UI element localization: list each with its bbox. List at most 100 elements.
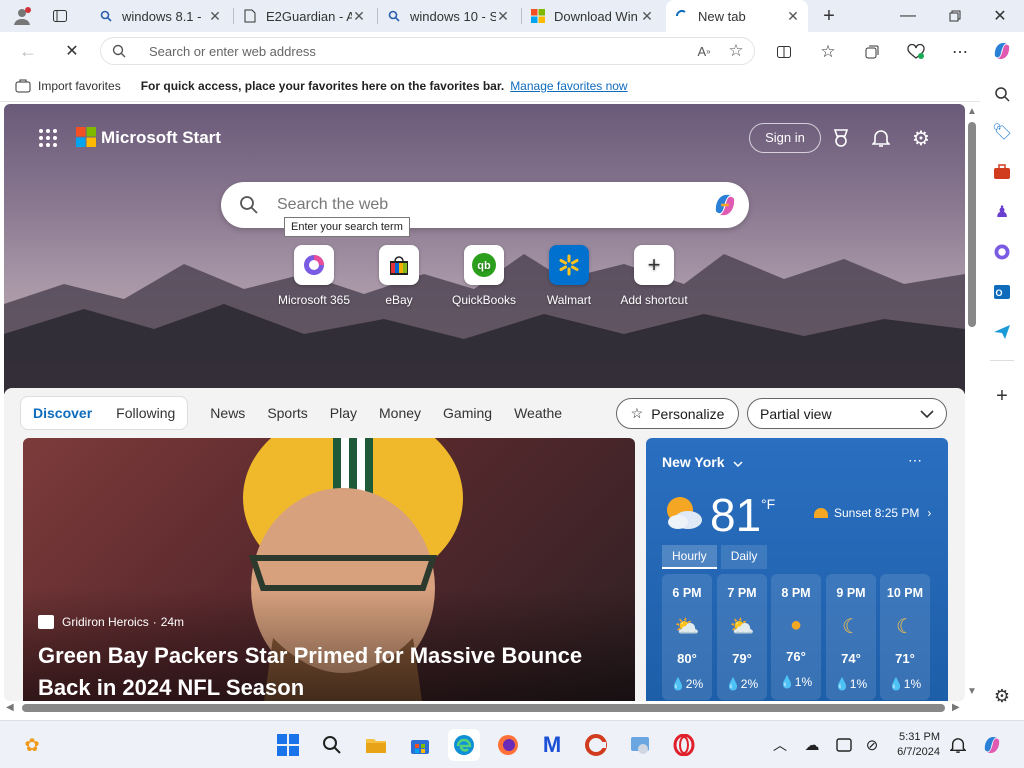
walmart-icon [549,245,589,285]
copilot-icon[interactable] [976,729,1008,761]
tab-money[interactable]: Money [379,405,421,421]
favorite-star-icon[interactable]: ☆ [718,41,754,61]
rewards-icon[interactable] [830,127,852,149]
file-explorer-icon[interactable] [360,729,392,761]
malwarebytes-icon[interactable]: M [536,729,568,761]
tab-new-tab[interactable]: New tab ✕ [666,0,808,32]
stop-loading-icon[interactable]: ✕ [62,41,82,61]
shopping-tag-icon[interactable]: 🏷 [990,120,1014,144]
scroll-right-icon[interactable]: ▶ [952,702,960,713]
tab-hourly[interactable]: Hourly [662,545,717,569]
shortcut-add[interactable]: + Add shortcut [606,245,702,307]
minimize-icon[interactable]: — [898,6,918,26]
control-panel-icon[interactable] [624,729,656,761]
settings-icon[interactable]: ⚙ [910,127,932,150]
add-icon[interactable]: + [990,384,1014,408]
read-aloud-icon[interactable]: A» [690,44,718,59]
personalize-button[interactable]: ☆ Personalize [616,398,739,429]
scroll-thumb[interactable] [22,704,945,712]
tab-windows-10[interactable]: windows 10 - S ✕ [378,0,518,32]
close-icon[interactable]: ✕ [496,8,510,25]
tab-gaming[interactable]: Gaming [443,405,492,421]
temp-unit[interactable]: °F [761,496,775,512]
tab-label: E2Guardian - A [266,8,352,24]
clock[interactable]: 5:31 PM 6/7/2024 [890,730,940,760]
chevron-right-icon[interactable]: › [927,506,931,520]
tab-e2guardian[interactable]: E2Guardian - A ✕ [234,0,374,32]
widgets-icon[interactable]: ✿ [16,729,48,761]
close-icon[interactable]: ✕ [208,8,222,25]
shortcut-ebay[interactable]: eBay [351,245,447,307]
notifications-icon[interactable] [870,127,892,149]
search-icon[interactable] [316,729,348,761]
edge-icon[interactable] [448,729,480,761]
copilot-icon[interactable] [990,39,1014,63]
scroll-up-icon[interactable]: ▲ [967,106,977,117]
new-tab-icon[interactable]: + [818,5,840,27]
view-select[interactable]: Partial view [747,398,947,429]
settings-icon[interactable]: ⚙ [990,684,1014,708]
collections-icon[interactable] [862,42,882,62]
search-icon [221,195,277,215]
brand-title[interactable]: Microsoft Start [101,128,221,148]
scroll-left-icon[interactable]: ◀ [6,702,14,713]
profile-icon[interactable] [10,5,34,27]
microsoft-icon [530,8,546,24]
tab-weather[interactable]: Weathe [514,405,562,421]
favorites-icon[interactable]: ☆ [818,42,838,62]
tools-icon[interactable] [990,160,1014,184]
tab-windows-8-1[interactable]: windows 8.1 - ✕ [90,0,230,32]
shortcut-quickbooks[interactable]: qb QuickBooks [436,245,532,307]
notifications-icon[interactable] [942,729,974,761]
vertical-scrollbar[interactable]: ▲ ▼ [965,104,980,701]
games-icon[interactable]: ♟ [990,200,1014,224]
more-options-icon[interactable]: ⋯ [950,42,970,62]
close-icon[interactable]: ✕ [640,8,654,25]
svg-text:qb: qb [477,260,491,272]
manage-favorites-link[interactable]: Manage favorites now [510,79,627,93]
horizontal-scrollbar[interactable]: ◀ ▶ [4,701,965,716]
opera-icon[interactable] [668,729,700,761]
ccleaner-icon[interactable] [580,729,612,761]
start-icon[interactable] [272,729,304,761]
split-screen-icon[interactable] [774,42,794,62]
shortcut-walmart[interactable]: Walmart [521,245,617,307]
article-headline[interactable]: Green Bay Packers Star Primed for Massiv… [38,640,618,701]
tab-following[interactable]: Following [116,405,175,421]
tab-discover[interactable]: Discover [33,405,92,421]
weather-location[interactable]: New York [662,454,743,470]
browser-essentials-icon[interactable] [906,42,926,62]
network-icon[interactable]: ⊘ [856,729,888,761]
tab-daily[interactable]: Daily [720,545,768,569]
microsoft-365-icon[interactable] [990,240,1014,264]
tab-download-windows[interactable]: Download Win ✕ [522,0,662,32]
more-icon[interactable]: ⋯ [908,452,922,469]
sign-in-button[interactable]: Sign in [749,123,821,153]
close-icon[interactable]: ✕ [352,8,366,25]
weather-card[interactable]: New York ⋯ 81 °F Sunset 8:25 PM › Hourly… [646,438,948,701]
close-window-icon[interactable]: ✕ [990,6,1010,26]
copilot-icon[interactable] [701,191,749,219]
svg-text:O: O [995,288,1002,298]
tab-actions-icon[interactable] [50,6,70,26]
outlook-icon[interactable]: O [990,280,1014,304]
search-icon[interactable] [990,82,1014,106]
address-bar[interactable]: Search or enter web address A» ☆ [100,37,755,65]
store-icon[interactable] [404,729,436,761]
send-icon[interactable] [990,320,1014,344]
import-favorites-button[interactable]: Import favorites [38,79,121,93]
article-card[interactable]: Gridiron Heroics · 24m Green Bay Packers… [23,438,635,701]
chevron-up-icon[interactable]: ︿ [764,729,796,761]
restore-icon[interactable] [945,6,965,26]
tab-news[interactable]: News [210,405,245,421]
shortcut-microsoft-365[interactable]: Microsoft 365 [266,245,362,307]
back-icon[interactable]: ← [18,41,38,61]
close-icon[interactable]: ✕ [786,8,800,25]
tab-play[interactable]: Play [330,405,357,421]
firefox-icon[interactable] [492,729,524,761]
scroll-down-icon[interactable]: ▼ [967,686,977,697]
apps-grid-icon[interactable] [38,128,58,148]
network-disconnected-icon[interactable]: ☁ [796,729,828,761]
scroll-thumb[interactable] [968,122,976,327]
tab-sports[interactable]: Sports [267,405,307,421]
